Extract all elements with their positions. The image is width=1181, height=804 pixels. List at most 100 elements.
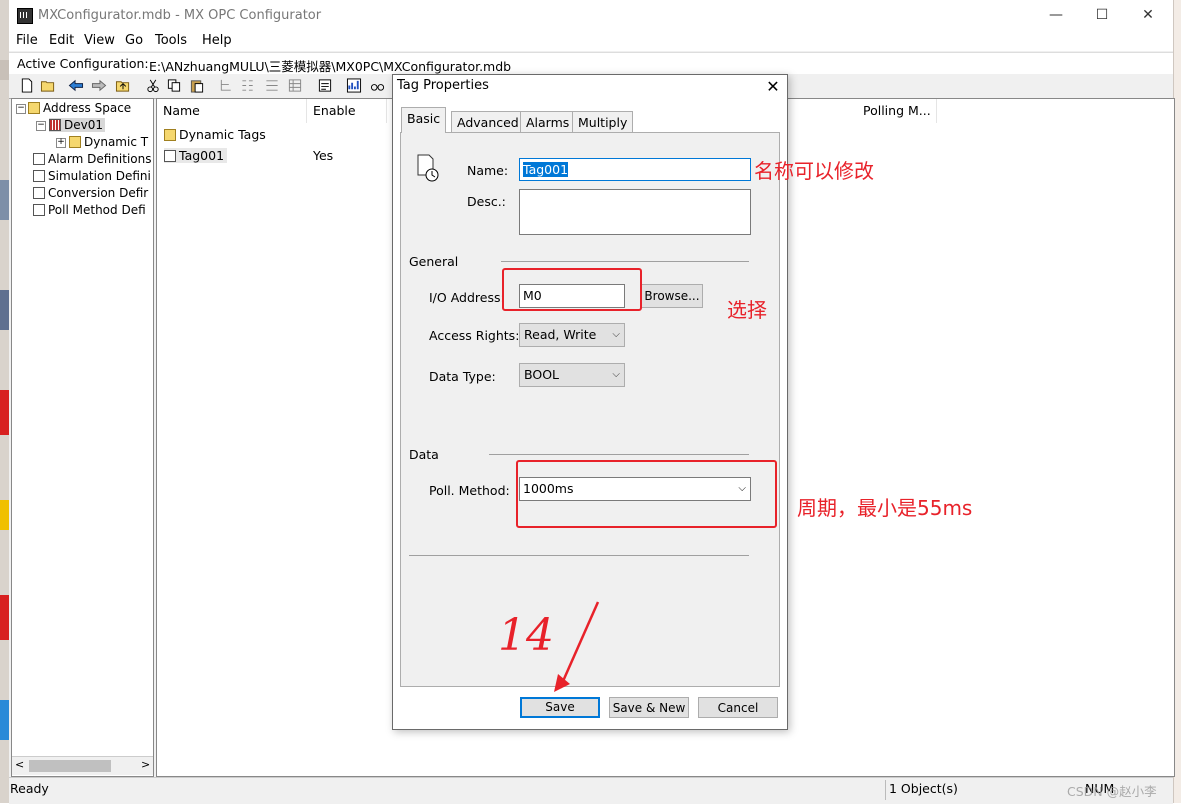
annotation-period-min: 周期，最小是55ms	[797, 496, 973, 520]
app-icon	[17, 8, 33, 24]
column-enable[interactable]: Enable	[307, 99, 387, 123]
back-arrow-icon[interactable]	[68, 78, 84, 93]
name-input[interactable]: Tag001	[519, 158, 751, 181]
tab-basic[interactable]: Basic	[401, 107, 447, 133]
dialog-close-button[interactable]: ✕	[763, 77, 783, 97]
desc-label: Desc.:	[467, 194, 506, 209]
details-view-icon[interactable]	[287, 78, 303, 93]
active-config-label: Active Configuration:	[17, 56, 149, 71]
status-text: Ready	[10, 781, 49, 796]
menu-go[interactable]: Go	[125, 33, 143, 48]
poll-method-label: Poll. Method:	[429, 483, 510, 498]
save-and-new-button[interactable]: Save & New	[609, 697, 689, 718]
cancel-button[interactable]: Cancel	[698, 697, 778, 718]
tab-multiply[interactable]: Multiply	[572, 111, 634, 132]
annotation-select: 选择	[727, 298, 767, 322]
collapse-address-space-icon[interactable]: −	[16, 104, 26, 114]
watermark: CSDN @赵小李	[1067, 784, 1157, 799]
column-polling-method[interactable]: Polling M...	[857, 99, 937, 123]
browse-button[interactable]: Browse...	[641, 284, 703, 308]
poll-method-highlight-box	[516, 460, 777, 528]
tree-item-simulation-definitions[interactable]: Simulation Defini	[33, 169, 151, 183]
alarm-definitions-icon	[33, 153, 45, 165]
properties-icon[interactable]	[317, 78, 333, 93]
desktop-left-strip	[0, 0, 9, 803]
folder-icon	[164, 129, 176, 141]
bottom-divider	[409, 555, 749, 556]
general-group-label: General	[409, 254, 459, 269]
tag-icon	[164, 150, 176, 162]
dialog-title: Tag Properties	[397, 78, 489, 93]
window-title: MXConfigurator.mdb - MX OPC Configurator	[38, 8, 322, 23]
menu-help[interactable]: Help	[202, 33, 232, 48]
collapse-dev01-icon[interactable]: −	[36, 121, 46, 131]
general-divider	[501, 261, 749, 262]
up-folder-icon[interactable]	[115, 78, 131, 93]
new-file-icon[interactable]	[19, 78, 35, 93]
access-rights-label: Access Rights:	[429, 328, 520, 343]
list-view-icon[interactable]	[264, 78, 280, 93]
scroll-thumb[interactable]	[29, 760, 111, 772]
data-group-label: Data	[409, 447, 439, 462]
status-bar: Ready 1 Object(s) NUM CSDN @赵小李	[9, 777, 1173, 804]
data-type-select[interactable]: BOOL ⌵	[519, 363, 625, 387]
chart-icon[interactable]	[346, 78, 362, 93]
tree-view-icon[interactable]	[218, 78, 234, 93]
save-button[interactable]: Save	[520, 697, 600, 718]
poll-method-icon	[33, 204, 45, 216]
desc-input[interactable]	[519, 189, 751, 235]
folder-icon	[69, 136, 81, 148]
address-space-tree[interactable]: − Address Space − Dev01 + Dynamic T Alar…	[11, 98, 154, 777]
simulation-icon	[33, 170, 45, 182]
annotation-arrow-icon	[554, 601, 600, 692]
maximize-button[interactable]: ☐	[1079, 0, 1125, 31]
chevron-down-icon: ⌵	[612, 329, 620, 340]
tree-horizontal-scrollbar[interactable]: < >	[12, 756, 153, 775]
close-button[interactable]: ✕	[1125, 0, 1171, 31]
menu-file[interactable]: File	[16, 33, 38, 48]
data-type-label: Data Type:	[429, 369, 496, 384]
device-icon	[49, 119, 61, 131]
tag-clock-icon	[417, 154, 439, 182]
column-name[interactable]: Name	[157, 99, 307, 123]
title-bar: MXConfigurator.mdb - MX OPC Configurator…	[9, 0, 1173, 31]
expand-dynamic-tags-icon[interactable]: +	[56, 138, 66, 148]
io-address-highlight-box	[502, 268, 642, 311]
tab-advanced[interactable]: Advanced	[451, 111, 525, 132]
list-item[interactable]: Dynamic Tags	[164, 127, 266, 142]
tree-item-address-space[interactable]: Address Space	[28, 101, 131, 115]
menu-bar: File Edit View Go Tools Help	[9, 31, 1173, 51]
menu-view[interactable]: View	[84, 33, 115, 48]
annotation-step-number: 14	[498, 610, 554, 661]
menu-tools[interactable]: Tools	[155, 33, 187, 48]
tree-item-conversion-definitions[interactable]: Conversion Defir	[33, 186, 148, 200]
menu-edit[interactable]: Edit	[49, 33, 74, 48]
conversion-icon	[33, 187, 45, 199]
tree-item-alarm-definitions[interactable]: Alarm Definitions	[33, 152, 151, 166]
monitor-glasses-icon[interactable]	[370, 78, 386, 93]
open-folder-icon[interactable]	[40, 78, 56, 93]
annotation-name-editable: 名称可以修改	[754, 159, 874, 183]
tree-item-dynamic-tags[interactable]: Dynamic T	[69, 135, 148, 149]
copy-icon[interactable]	[166, 78, 182, 93]
minimize-button[interactable]: —	[1033, 0, 1079, 31]
tag001-enable: Yes	[313, 148, 334, 163]
list-item-tag001[interactable]: Tag001	[164, 148, 228, 163]
forward-arrow-icon[interactable]	[91, 78, 107, 93]
chevron-down-icon: ⌵	[612, 369, 620, 380]
tree-item-dev01[interactable]: Dev01	[49, 118, 105, 132]
access-rights-select[interactable]: Read, Write ⌵	[519, 323, 625, 347]
tree-item-poll-method-definitions[interactable]: Poll Method Defi	[33, 203, 146, 217]
data-divider	[489, 454, 749, 455]
small-icons-icon[interactable]	[240, 78, 256, 93]
name-label: Name:	[467, 163, 509, 178]
tab-alarms[interactable]: Alarms	[520, 111, 576, 132]
object-count: 1 Object(s)	[889, 781, 958, 796]
paste-icon[interactable]	[189, 78, 205, 93]
scroll-right-arrow-icon[interactable]: >	[141, 758, 150, 771]
cut-icon[interactable]	[145, 78, 161, 93]
active-config-path: E:\ANzhuangMULU\三菱模拟器\MX0PC\MXConfigurat…	[149, 59, 512, 74]
name-value: Tag001	[523, 162, 569, 177]
scroll-left-arrow-icon[interactable]: <	[15, 758, 24, 771]
network-folder-icon	[28, 102, 40, 114]
